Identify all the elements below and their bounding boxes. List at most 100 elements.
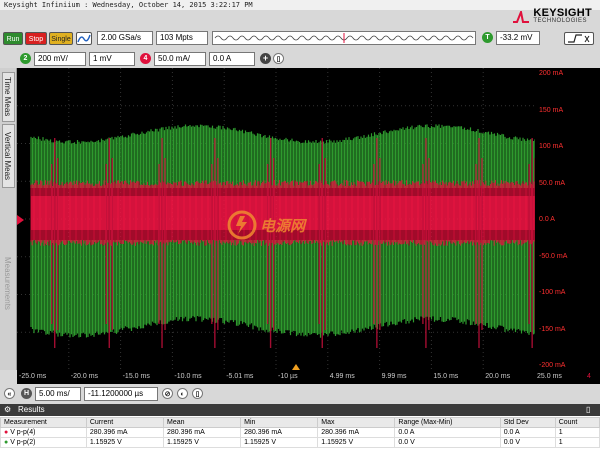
timebase-position-field[interactable]: -11.1200000 µs [84, 387, 158, 401]
y-tick-label: -100 mA [539, 289, 565, 296]
results-column-header[interactable]: Count [555, 418, 599, 428]
y-tick-label: 0.0 A [539, 216, 555, 223]
results-cell: ● V p-p(4) [1, 428, 87, 438]
watermark-text: 电源网 [260, 215, 305, 236]
y-tick-label: -150 mA [539, 326, 565, 333]
ch4-scale-field[interactable]: 50.0 mA/ [154, 52, 206, 66]
results-cell: 280.396 mA [86, 428, 163, 438]
channel-settings-icon[interactable]: ▯ [273, 53, 284, 64]
ch2-badge[interactable]: 2 [20, 53, 31, 64]
waveform-display[interactable]: 电源网 [17, 68, 535, 370]
trigger-mode-button[interactable] [564, 32, 594, 45]
results-row[interactable]: ● V p-p(2) 1.15925 V 1.15925 V 1.15925 V 1.1… [1, 438, 600, 448]
sample-rate-field[interactable]: 2.00 GSa/s [97, 31, 153, 45]
results-column-header[interactable]: Max [318, 418, 395, 428]
ch4-offset-field[interactable]: 0.0 A [209, 52, 255, 66]
add-channel-button[interactable]: + [260, 53, 271, 64]
trigger-badge[interactable]: T [482, 32, 493, 43]
results-table: Measurement Current Mean Min Max Range (Max-M… [0, 417, 600, 448]
results-cell: 0.0 V [395, 438, 500, 448]
scroll-left-icon[interactable]: « [4, 388, 15, 399]
x-tick-label: -15.0 ms [123, 373, 150, 380]
results-cell: 280.396 mA [241, 428, 318, 438]
x-tick-label: -5.01 ms [226, 373, 253, 380]
results-cell: ● V p-p(2) [1, 438, 87, 448]
results-cell: 1.15925 V [163, 438, 240, 448]
results-body: ● V p-p(4) 280.396 mA 280.396 mA 280.396 mA… [1, 428, 600, 448]
results-cell: 280.396 mA [163, 428, 240, 438]
results-cell: 1 [555, 438, 599, 448]
x-tick-label: 15.0 ms [433, 373, 458, 380]
results-cell: 0.0 A [395, 428, 500, 438]
results-title: Results [0, 404, 600, 416]
auto-scale-button[interactable] [76, 32, 92, 45]
timebase-bar: « H 5.00 ms/ -11.1200000 µs ⊘ ◐ ▯ [0, 384, 600, 404]
y-tick-label: 150 mA [539, 107, 563, 114]
single-button[interactable]: Single [49, 32, 73, 45]
ch4-axis: 200 mA 150 mA 100 mA 50.0 mA 0.0 A -50.0 mA -1… [535, 68, 600, 370]
stop-button[interactable]: Stop [25, 32, 47, 45]
waveform-overview[interactable] [212, 31, 476, 45]
ch2-offset-field[interactable]: 1 mV [89, 52, 135, 66]
keysight-logo: KEYSIGHT TECHNOLOGIES [513, 8, 592, 25]
results-row[interactable]: ● V p-p(4) 280.396 mA 280.396 mA 280.396 mA… [1, 428, 600, 438]
results-cell: 0.0 A [500, 428, 555, 438]
timebase-badge[interactable]: H [21, 388, 32, 399]
acquisition-toolbar: Run Stop Single 2.00 GSa/s 103 Mpts T -3… [0, 28, 600, 48]
zoom-icon[interactable]: ⊘ [162, 388, 173, 399]
results-cell: 1.15925 V [241, 438, 318, 448]
x-tick-label: -25.0 ms [19, 373, 46, 380]
logo-sub: TECHNOLOGIES [533, 18, 592, 25]
results-column-header[interactable]: Std Dev [500, 418, 555, 428]
x-axis-end-label: 4 [587, 373, 591, 380]
tab-vertical-meas[interactable]: Vertical Meas [2, 124, 15, 188]
window-title: Keysight Infiniium : Wednesday, October … [0, 0, 600, 10]
tab-time-meas[interactable]: Time Meas [2, 72, 15, 122]
results-gear-icon[interactable]: ⚙ [4, 405, 11, 414]
logo-brand: KEYSIGHT [533, 8, 592, 18]
x-tick-label: 9.99 ms [382, 373, 407, 380]
run-button[interactable]: Run [3, 32, 23, 45]
y-tick-label: 200 mA [539, 70, 563, 77]
results-cell: 1.15925 V [318, 438, 395, 448]
results-cell: 1 [555, 428, 599, 438]
watermark-logo-icon [227, 210, 257, 240]
results-column-header[interactable]: Measurement [1, 418, 87, 428]
results-column-header[interactable]: Range (Max-Min) [395, 418, 500, 428]
keysight-wave-icon [513, 11, 529, 23]
x-tick-label: 4.99 ms [330, 373, 355, 380]
delay-mode-icon[interactable]: ◐ [177, 388, 188, 399]
trigger-edge-icon [566, 33, 592, 44]
channel-bar: 2 200 mV/ 1 mV 4 50.0 mA/ 0.0 A + ▯ [0, 51, 600, 68]
trigger-level-field[interactable]: -33.2 mV [496, 31, 540, 45]
overview-wave-icon [213, 32, 475, 44]
results-close-icon[interactable]: ▯ [586, 405, 590, 414]
timebase-settings-icon[interactable]: ▯ [192, 388, 203, 399]
x-tick-label: 25.0 ms [537, 373, 562, 380]
ch4-badge[interactable]: 4 [140, 53, 151, 64]
results-column-header[interactable]: Min [241, 418, 318, 428]
y-tick-label: -50.0 mA [539, 253, 567, 260]
memory-depth-field[interactable]: 103 Mpts [156, 31, 208, 45]
tab-measurements[interactable]: Measurements [2, 238, 15, 328]
ch4-ground-marker[interactable] [17, 215, 24, 225]
timebase-scale-field[interactable]: 5.00 ms/ [35, 387, 81, 401]
x-tick-label: 20.0 ms [485, 373, 510, 380]
results-cell: 0.0 V [500, 438, 555, 448]
y-tick-label: 100 mA [539, 143, 563, 150]
results-column-header[interactable]: Mean [163, 418, 240, 428]
y-tick-label: -200 mA [539, 362, 565, 369]
results-cell: 280.396 mA [318, 428, 395, 438]
results-cell: 1.15925 V [86, 438, 163, 448]
x-tick-label: -10.0 ms [174, 373, 201, 380]
watermark: 电源网 [227, 210, 305, 240]
ch2-scale-field[interactable]: 200 mV/ [34, 52, 86, 66]
y-tick-label: 50.0 mA [539, 180, 565, 187]
results-column-header[interactable]: Current [86, 418, 163, 428]
x-tick-label: -10 µs [278, 373, 298, 380]
x-tick-label: -20.0 ms [71, 373, 98, 380]
auto-scale-icon [77, 33, 91, 44]
side-tabs: Time Meas Vertical Meas Measurements [0, 68, 17, 370]
time-axis: -25.0 ms -20.0 ms -15.0 ms -10.0 ms -5.01 ms… [17, 370, 600, 384]
results-panel: Results ⚙ ▯ Measurement Current Mean Min Max… [0, 404, 600, 459]
